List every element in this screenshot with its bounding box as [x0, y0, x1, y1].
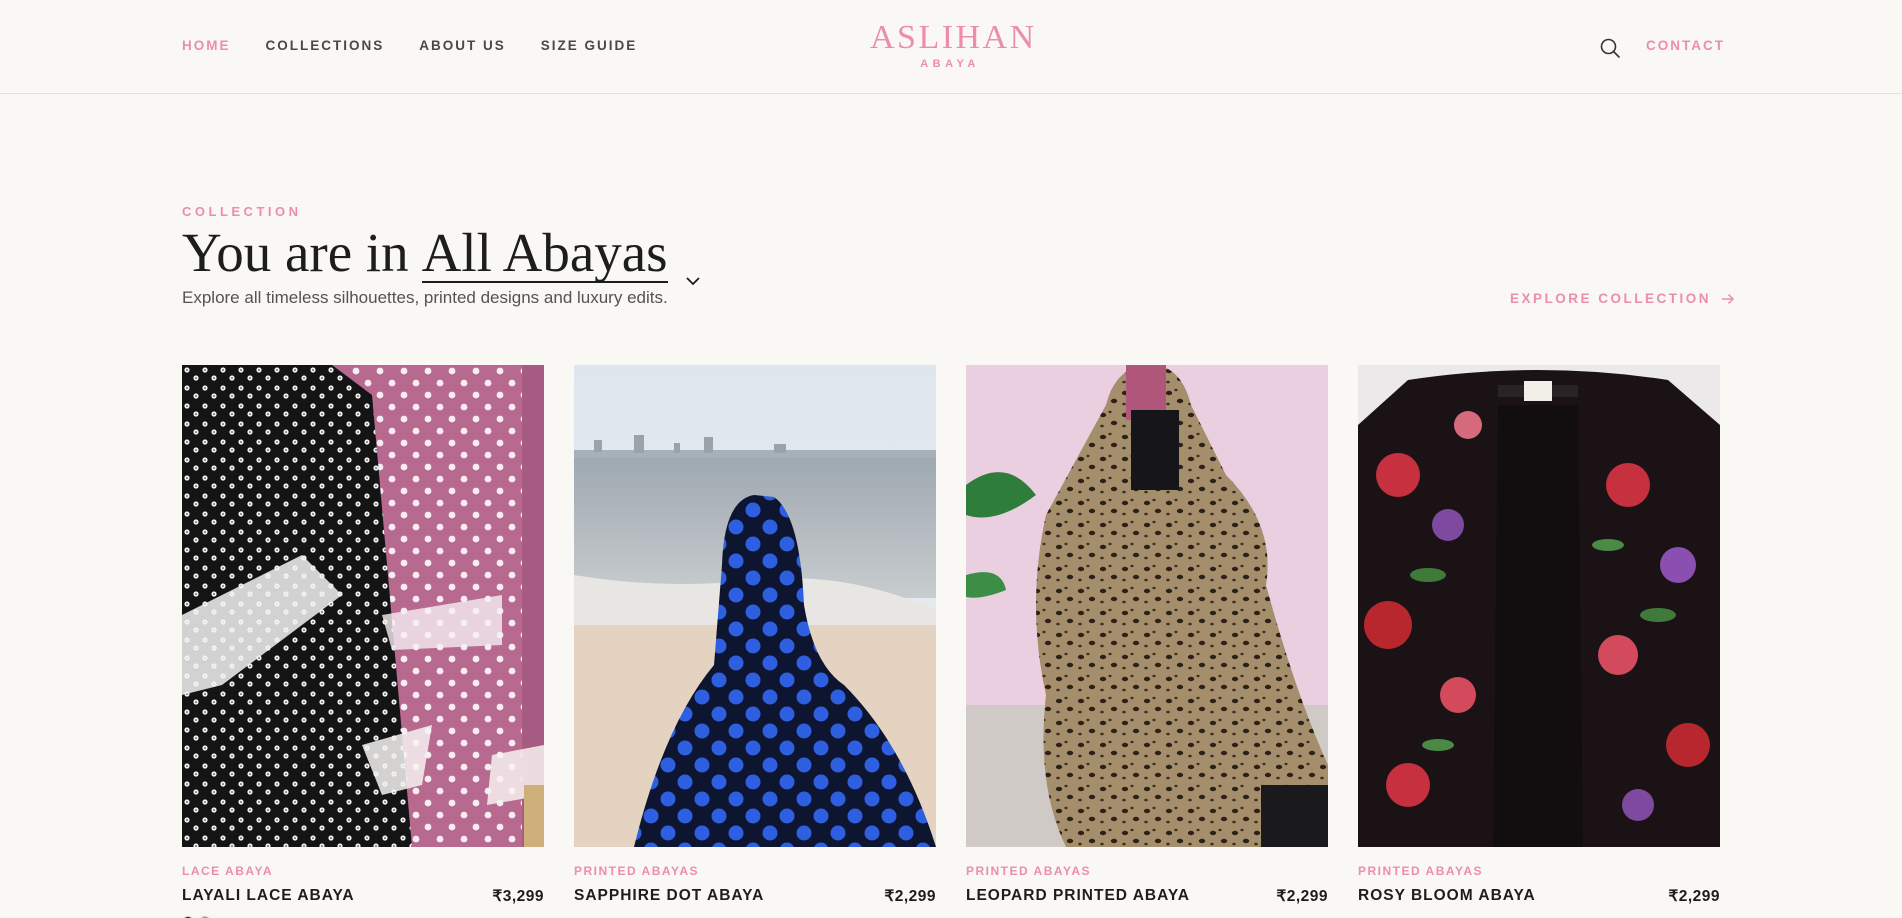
product-name[interactable]: LAYALI LACE ABAYA: [182, 887, 355, 906]
nav-size-guide[interactable]: SIZE GUIDE: [541, 38, 638, 53]
product-image-layali-lace[interactable]: [182, 365, 544, 847]
product-category: PRINTED ABAYAS: [574, 864, 700, 878]
main-nav: HOME COLLECTIONS ABOUT US SIZE GUIDE: [182, 38, 637, 53]
explore-collection-link[interactable]: EXPLORE COLLECTION: [1510, 291, 1735, 306]
product-price: ₹2,299: [1276, 888, 1328, 905]
collection-heading: You are in All Abayas: [182, 218, 704, 288]
brand-logo[interactable]: ASLIHAN ABAYA: [870, 19, 1037, 71]
product-card: PRINTED ABAYAS ROSY BLOOM ABAYA ₹2,299: [1358, 365, 1720, 918]
product-category: PRINTED ABAYAS: [1358, 864, 1484, 878]
site-header: HOME COLLECTIONS ABOUT US SIZE GUIDE ASL…: [0, 0, 1902, 94]
nav-home[interactable]: HOME: [182, 38, 231, 53]
search-icon: [1600, 38, 1620, 58]
heading-prefix: You are in: [182, 222, 409, 283]
product-name[interactable]: SAPPHIRE DOT ABAYA: [574, 887, 764, 906]
product-price: ₹3,299: [492, 888, 544, 905]
collection-eyebrow: COLLECTION: [182, 204, 302, 219]
product-image-sapphire-dot[interactable]: [574, 365, 936, 847]
explore-collection-label: EXPLORE COLLECTION: [1510, 291, 1712, 306]
search-button[interactable]: [1598, 36, 1622, 60]
product-grid: LACE ABAYA LAYALI LACE ABAYA ₹3,299 PRIN…: [182, 365, 1720, 918]
product-card: PRINTED ABAYAS SAPPHIRE DOT ABAYA ₹2,299: [574, 365, 936, 918]
product-card: LACE ABAYA LAYALI LACE ABAYA ₹3,299: [182, 365, 544, 918]
collection-selector[interactable]: All Abayas: [421, 225, 704, 286]
product-image-leopard-printed[interactable]: [966, 365, 1328, 847]
contact-link[interactable]: CONTACT: [1646, 38, 1725, 53]
selected-collection[interactable]: All Abayas: [421, 225, 668, 283]
nav-collections[interactable]: COLLECTIONS: [266, 38, 385, 53]
product-name[interactable]: ROSY BLOOM ABAYA: [1358, 887, 1536, 906]
product-category: LACE ABAYA: [182, 864, 274, 878]
product-image-rosy-bloom[interactable]: [1358, 365, 1720, 847]
product-category: PRINTED ABAYAS: [966, 864, 1092, 878]
arrow-right-icon: [1722, 293, 1735, 304]
brand-name: ASLIHAN: [870, 19, 1037, 56]
brand-tagline: ABAYA: [920, 58, 980, 70]
product-name[interactable]: LEOPARD PRINTED ABAYA: [966, 887, 1190, 906]
nav-about-us[interactable]: ABOUT US: [419, 38, 506, 53]
chevron-down-icon[interactable]: [682, 239, 704, 286]
product-price: ₹2,299: [884, 888, 936, 905]
product-card: PRINTED ABAYAS LEOPARD PRINTED ABAYA ₹2,…: [966, 365, 1328, 918]
product-price: ₹2,299: [1668, 888, 1720, 905]
collection-description: Explore all timeless silhouettes, printe…: [182, 288, 668, 307]
